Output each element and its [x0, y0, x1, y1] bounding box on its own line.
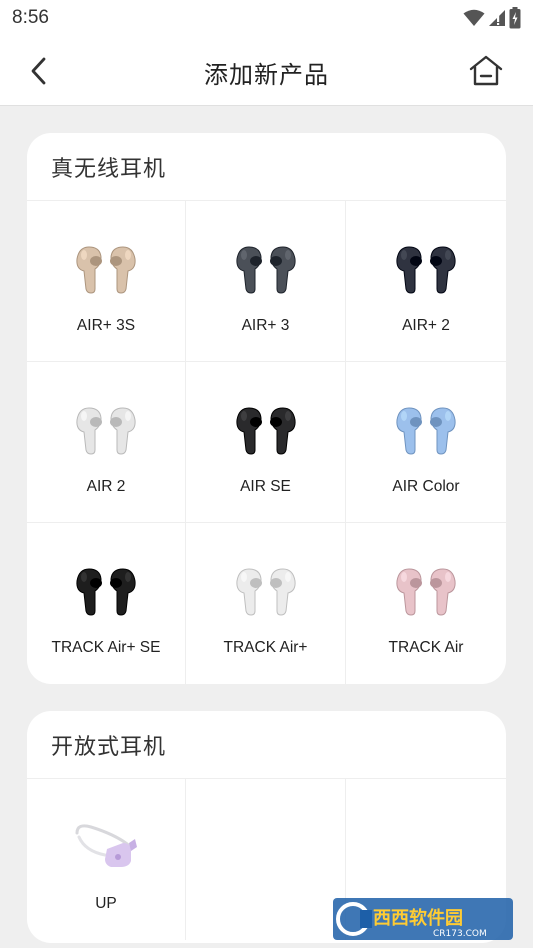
product-label: TRACK Air+	[223, 639, 308, 656]
section-true-wireless: 真无线耳机 AIR+ 3S AIR+ 3 AIR+ 2 AIR 2 AIR SE…	[27, 133, 506, 684]
battery-icon	[509, 7, 521, 29]
product-grid: AIR+ 3S AIR+ 3 AIR+ 2 AIR 2 AIR SE AIR C…	[27, 201, 506, 684]
open-ear-headphones-image	[75, 824, 137, 867]
product-item-up[interactable]: UP	[27, 779, 186, 940]
section-title: 真无线耳机	[27, 133, 506, 201]
earbuds-image	[396, 246, 456, 294]
wifi-icon	[463, 9, 485, 26]
earbuds-image	[396, 407, 456, 455]
watermark-text: 西西软件园	[373, 907, 463, 929]
product-item-air-plus-3s[interactable]: AIR+ 3S	[27, 201, 186, 362]
product-label: AIR SE	[240, 478, 291, 495]
product-label: AIR+ 3S	[76, 317, 136, 334]
product-label: UP	[95, 895, 117, 912]
section-title: 开放式耳机	[27, 711, 506, 779]
empty-cell	[186, 779, 346, 940]
product-item-air-2[interactable]: AIR 2	[27, 362, 186, 523]
product-item-track-air-plus[interactable]: TRACK Air+	[186, 523, 346, 684]
product-label: TRACK Air+ SE	[51, 639, 161, 656]
home-button[interactable]	[465, 50, 507, 92]
product-item-air-plus-3[interactable]: AIR+ 3	[186, 201, 346, 362]
product-label: AIR 2	[86, 478, 126, 495]
app-bar: 添加新产品	[0, 36, 533, 106]
earbuds-image	[76, 568, 136, 616]
earbuds-image	[235, 246, 296, 294]
status-bar: 8:56	[0, 0, 533, 36]
watermark-logo: 西西软件园 CR173.COM	[333, 898, 513, 940]
status-time: 8:56	[12, 7, 49, 28]
earbuds-image	[396, 568, 456, 616]
earbuds-image	[235, 407, 296, 455]
product-label: AIR+ 2	[402, 317, 450, 334]
status-icons	[463, 6, 521, 30]
signal-icon	[489, 10, 505, 26]
home-icon	[469, 55, 503, 86]
product-label: AIR Color	[392, 478, 460, 495]
earbuds-image	[235, 568, 296, 616]
product-item-air-se[interactable]: AIR SE	[186, 362, 346, 523]
product-item-track-air-plus-se[interactable]: TRACK Air+ SE	[27, 523, 186, 684]
product-item-track-air[interactable]: TRACK Air	[346, 523, 506, 684]
page-title: 添加新产品	[204, 61, 329, 89]
earbuds-image	[76, 407, 136, 455]
product-item-air-color[interactable]: AIR Color	[346, 362, 506, 523]
product-label: TRACK Air	[388, 639, 464, 656]
earbuds-image	[76, 246, 136, 294]
product-label: AIR+ 3	[241, 317, 290, 334]
watermark-subtext: CR173.COM	[433, 929, 487, 939]
product-item-air-plus-2[interactable]: AIR+ 2	[346, 201, 506, 362]
